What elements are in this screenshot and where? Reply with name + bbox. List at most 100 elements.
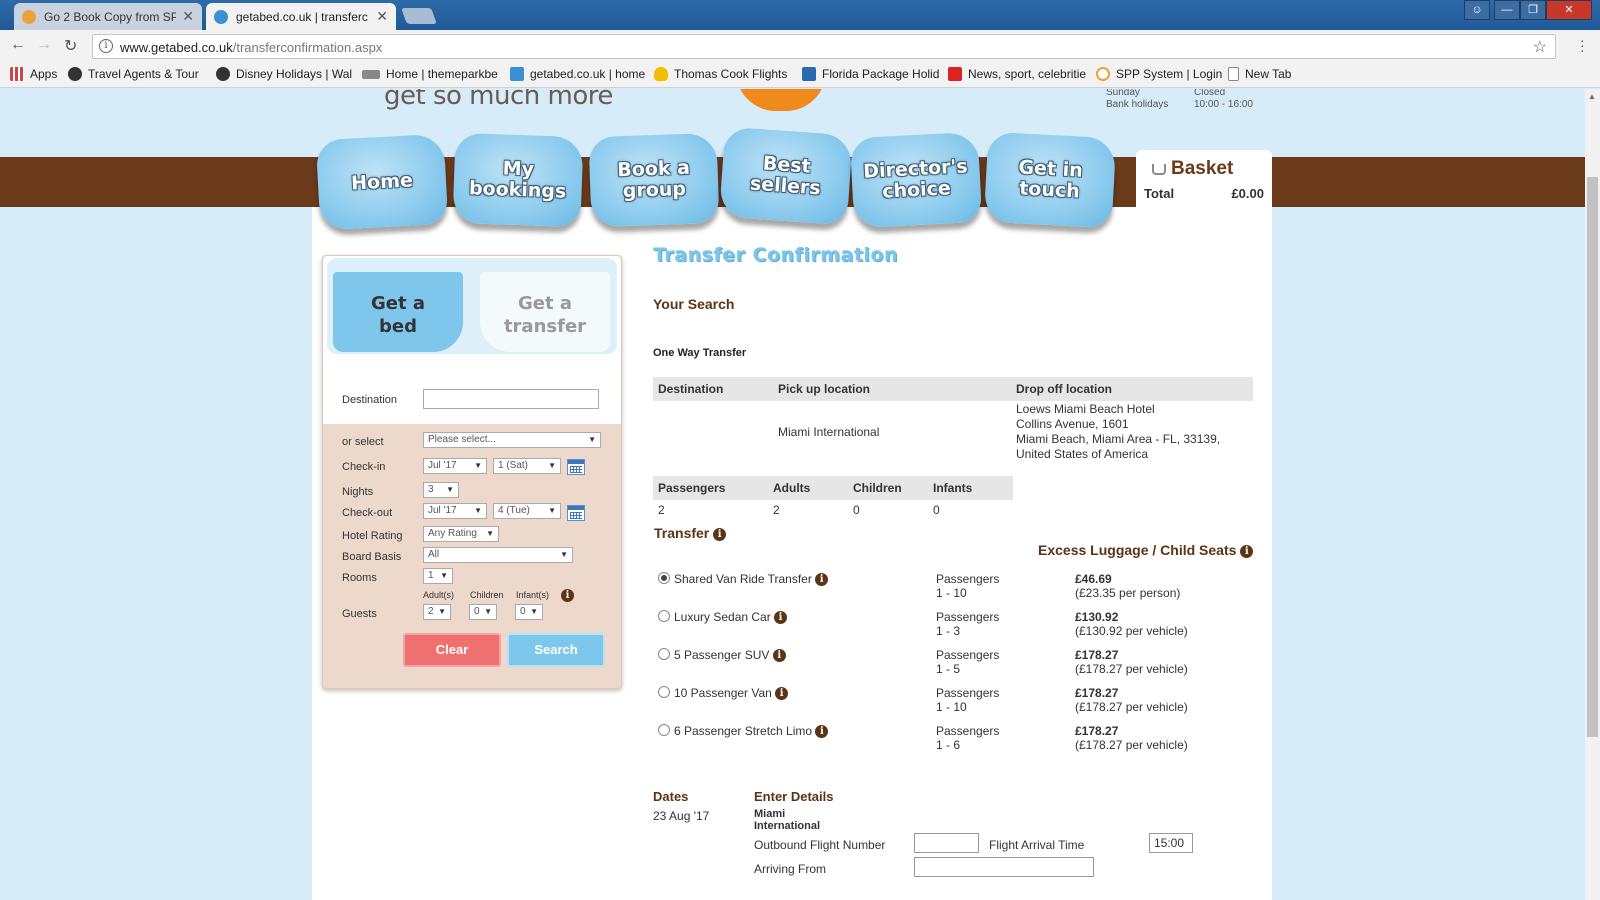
scroll-up-icon[interactable]: ▲ (1588, 92, 1596, 101)
checkout-day-select[interactable]: 4 (Tue) (493, 503, 561, 519)
bookmark-star-icon[interactable]: ☆ (1533, 37, 1547, 57)
browser-menu-icon[interactable]: · · · (1580, 33, 1585, 57)
transfer-price: £178.27 (£178.27 per vehicle) (1075, 648, 1188, 676)
destination-cell (653, 401, 773, 463)
transfer-option[interactable]: Luxury Sedan Car i Passengers 1 - 3 £130.… (656, 610, 1216, 640)
bookmark-thomas-cook[interactable]: Thomas Cook Flights (654, 67, 787, 81)
basket-widget[interactable]: Basket Total £0.00 (1136, 150, 1272, 215)
back-arrow-icon[interactable]: ← (10, 36, 26, 54)
reload-icon[interactable]: ↻ (64, 36, 77, 56)
hotel-rating-select[interactable]: Any Rating (423, 526, 499, 542)
url-domain: www.getabed.co.uk (120, 40, 233, 55)
tab-get-a-transfer[interactable]: Get a transfer (480, 272, 610, 352)
transfer-option-info-icon[interactable]: i (774, 611, 788, 625)
bookmark-new-tab[interactable]: New Tab (1228, 67, 1291, 81)
bookmark-getabed[interactable]: getabed.co.uk | home (510, 67, 645, 81)
url-text: www.getabed.co.uk/transferconfirmation.a… (120, 40, 382, 55)
bookmark-themeparkbe[interactable]: Home | themeparkbe (362, 67, 498, 81)
maximize-button[interactable]: ❐ (1520, 0, 1546, 20)
bookmark-news[interactable]: News, sport, celebritie (948, 67, 1086, 81)
checkin-month-select[interactable]: Jul '17 (423, 458, 487, 474)
search-button[interactable]: Search (507, 633, 605, 667)
tab-label-line: Get a (371, 293, 425, 314)
bookmark-label: Disney Holidays | Wal (236, 67, 353, 81)
profile-icon[interactable]: ☺ (1464, 0, 1490, 20)
table-header-row: Passengers Adults Children Infants (653, 476, 1013, 500)
transfer-option-info-icon[interactable]: i (815, 725, 829, 739)
table-cell: 0 (933, 503, 940, 517)
transfer-radio[interactable] (658, 686, 670, 698)
bookmark-travel-agents[interactable]: Travel Agents & Tour (68, 67, 199, 81)
checkout-month-select[interactable]: Jul '17 (423, 503, 487, 519)
browser-tab-1[interactable]: Go 2 Book Copy from SP ✕ (14, 3, 202, 30)
transfer-option-info-icon[interactable]: i (775, 687, 789, 701)
bookmark-florida[interactable]: Florida Package Holid (802, 67, 939, 81)
nav-book-a-group[interactable]: Book a group (588, 132, 720, 228)
destination-input[interactable] (423, 389, 599, 409)
clear-button[interactable]: Clear (403, 633, 501, 667)
nav-get-in-touch[interactable]: Get in touch (983, 131, 1117, 229)
transfer-name: 6 Passenger Stretch Limo i (674, 724, 829, 739)
adults-select[interactable]: 2 (423, 604, 451, 620)
airport-line: International (754, 820, 821, 832)
transfer-option[interactable]: 5 Passenger SUV i Passengers 1 - 5 £178.2… (656, 648, 1216, 678)
transfer-info-icon[interactable]: i (713, 527, 727, 541)
tab-label-line: transfer (503, 316, 587, 337)
transfer-radio[interactable] (658, 724, 670, 736)
destination-select[interactable]: Please select... (423, 432, 601, 448)
tab-title: Go 2 Book Copy from SP (44, 9, 177, 24)
transfer-date: 23 Aug '17 (653, 809, 710, 823)
address-bar[interactable]: i www.getabed.co.uk/transferconfirmation… (92, 34, 1556, 59)
guests-info-icon[interactable]: i (561, 589, 574, 602)
bookmark-disney[interactable]: Disney Holidays | Wal (216, 67, 352, 81)
nav-directors-choice[interactable]: Director's choice (849, 131, 983, 229)
transfer-radio[interactable] (658, 648, 670, 660)
arriving-from-input[interactable] (914, 857, 1094, 877)
new-tab-button[interactable] (401, 8, 437, 24)
nav-label: Director's choice (863, 155, 969, 203)
rooms-select[interactable]: 1 (423, 568, 453, 584)
transfer-option-info-icon[interactable]: i (772, 649, 786, 663)
browser-toolbar: ← → ↻ i www.getabed.co.uk/transferconfir… (0, 30, 1600, 62)
nav-my-bookings[interactable]: My bookings (452, 132, 584, 228)
checkout-calendar-icon[interactable] (567, 505, 585, 521)
pax-label: Passengers (936, 686, 1000, 700)
board-basis-select[interactable]: All (423, 547, 573, 563)
flight-arrival-time-input[interactable]: 15:00 (1149, 833, 1193, 853)
pax-label: Passengers (936, 572, 1000, 586)
basket-title-text: Basket (1171, 158, 1234, 179)
infants-select[interactable]: 0 (515, 604, 543, 620)
transfer-radio[interactable] (658, 572, 670, 584)
flight-arrival-time-label: Flight Arrival Time (989, 838, 1085, 852)
transfer-option[interactable]: 10 Passenger Van i Passengers 1 - 10 £178… (656, 686, 1216, 716)
checkin-day-select[interactable]: 1 (Sat) (493, 458, 561, 474)
tab-close-icon[interactable]: ✕ (376, 8, 388, 25)
site-info-icon[interactable]: i (99, 39, 113, 53)
bookmark-spp[interactable]: SPP System | Login (1096, 67, 1222, 81)
site-tagline: get so much more (384, 89, 613, 111)
children-select[interactable]: 0 (469, 604, 497, 620)
scrollbar-thumb[interactable] (1587, 177, 1598, 737)
tab-close-icon[interactable]: ✕ (182, 8, 194, 25)
nav-best-sellers[interactable]: Best sellers (719, 126, 853, 226)
forward-arrow-icon[interactable]: → (36, 36, 52, 54)
outbound-flight-input[interactable] (914, 833, 979, 853)
browser-tab-2[interactable]: getabed.co.uk | transferc ✕ (206, 3, 396, 30)
close-window-button[interactable]: ✕ (1546, 0, 1592, 20)
page-icon (1228, 67, 1239, 81)
transfer-option[interactable]: 6 Passenger Stretch Limo i Passengers 1 -… (656, 724, 1216, 754)
transfer-radio[interactable] (658, 610, 670, 622)
pax-range: 1 - 6 (936, 738, 961, 752)
transfer-option-info-icon[interactable]: i (815, 573, 829, 587)
checkin-calendar-icon[interactable] (567, 459, 585, 475)
page-scrollbar[interactable]: ▲ (1585, 89, 1600, 900)
nav-home[interactable]: Home (315, 133, 449, 231)
table-cell: 0 (853, 503, 860, 517)
minimize-button[interactable]: — (1494, 0, 1520, 20)
transfer-option[interactable]: Shared Van Ride Transfer i Passengers 1 -… (656, 572, 1216, 602)
transfer-pax: Passengers 1 - 5 (936, 648, 999, 676)
tab-get-a-bed[interactable]: Get a bed (333, 272, 463, 352)
excess-info-icon[interactable]: i (1240, 544, 1254, 558)
bookmark-apps[interactable]: Apps (10, 67, 57, 81)
nights-select[interactable]: 3 (423, 482, 459, 498)
